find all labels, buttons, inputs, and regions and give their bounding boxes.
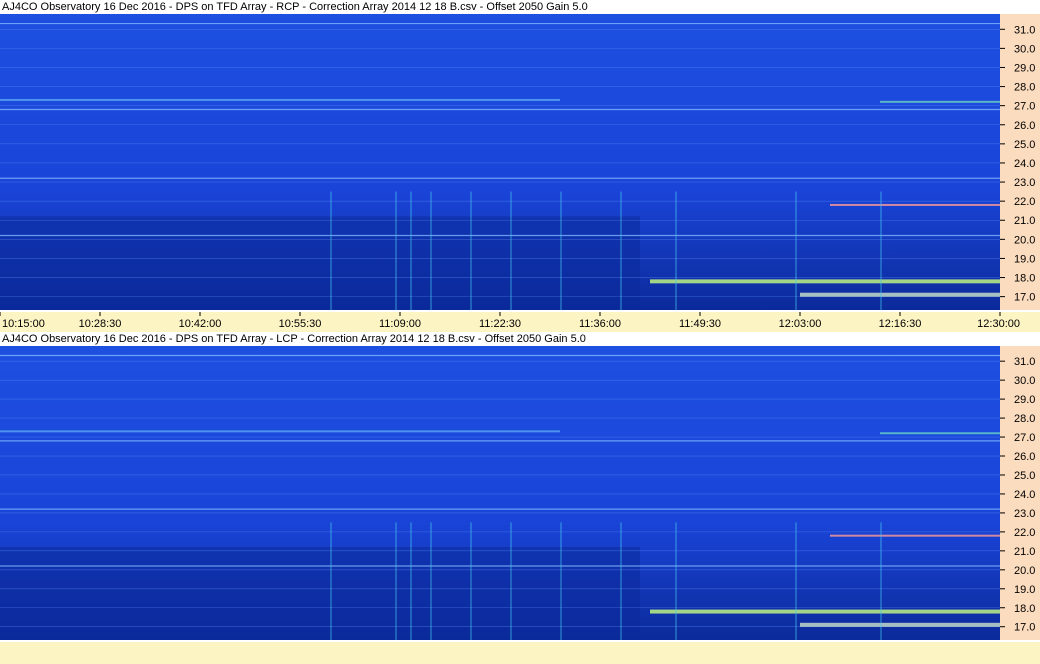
burst-spike [330,191,332,310]
freq-tick-label: 30.0 [1014,43,1035,55]
burst-spike [510,191,512,310]
time-tick-label: 10:55:30 [279,318,322,330]
freq-tick-label: 26.0 [1014,120,1035,132]
time-axis: 10:15:00 10:28:30 10:42:00 10:55:30 11:09:00… [0,312,1040,332]
freq-tick-label: 23.0 [1014,177,1035,189]
freq-tick-label: 20.0 [1014,234,1035,246]
burst-spike [560,191,562,310]
rcp-frequency-axis-svg: 31.0 30.0 29.0 28.0 27.0 26.0 25.0 24.0 23.0 22.0… [1000,24,1035,304]
burst-streak [830,534,1000,537]
freq-tick-label: 18.0 [1014,603,1035,615]
time-tick-label: 12:30:00 [977,318,1020,330]
rcp-title: AJ4CO Observatory 16 Dec 2016 - DPS on T… [2,1,588,13]
lcp-title: AJ4CO Observatory 16 Dec 2016 - DPS on T… [2,333,586,345]
freq-tick-label: 21.0 [1014,546,1035,558]
freq-tick-label: 22.0 [1014,196,1035,208]
freq-tick-label: 24.0 [1014,158,1035,170]
freq-tick-label: 25.0 [1014,139,1035,151]
burst-spike [880,522,882,640]
burst-streak [830,203,1000,206]
burst-spike [470,191,472,310]
burst-spike [560,522,562,640]
burst-spike [395,522,397,640]
burst-spike [795,522,797,640]
freq-tick-label: 25.0 [1014,470,1035,482]
freq-tick-label: 30.0 [1014,375,1035,387]
freq-tick-label: 23.0 [1014,508,1035,520]
freq-tick-label: 21.0 [1014,215,1035,227]
burst-spike [430,522,432,640]
freq-tick-label: 28.0 [1014,82,1035,94]
lcp-spectrogram[interactable] [0,346,1000,640]
freq-tick-label: 22.0 [1014,527,1035,539]
time-axis-svg: 10:15:00 10:28:30 10:42:00 10:55:30 11:09:00… [0,312,1020,330]
freq-tick-label: 29.0 [1014,62,1035,74]
burst-spike [395,191,397,310]
burst-spike [880,191,882,310]
lcp-frequency-axis: 31.0 30.0 29.0 28.0 27.0 26.0 25.0 24.0 23.0 22.0… [1000,346,1040,640]
low-frequency-dark-region [0,216,640,310]
burst-spike [470,522,472,640]
rcp-spectrogram[interactable] [0,14,1000,310]
rcp-spectrogram-svg [0,14,1000,310]
freq-tick-label: 20.0 [1014,565,1035,577]
time-tick-label: 11:49:30 [679,318,721,330]
rcp-frequency-axis: 31.0 30.0 29.0 28.0 27.0 26.0 25.0 24.0 23.0 22.0… [1000,14,1040,310]
time-tick-label: 10:15:00 [2,318,45,330]
burst-spike [620,522,622,640]
burst-streak [650,279,1000,284]
time-tick-label: 12:03:00 [779,318,822,330]
burst-spike [330,522,332,640]
freq-tick-label: 17.0 [1014,622,1035,634]
freq-tick-label: 31.0 [1014,24,1035,36]
lcp-time-axis-strip [0,642,1040,664]
freq-tick-label: 28.0 [1014,413,1035,425]
burst-streak [800,292,1000,297]
freq-tick-label: 18.0 [1014,273,1035,285]
lcp-spectrogram-svg [0,346,1000,640]
burst-spike [675,522,677,640]
time-tick-label: 10:28:30 [79,318,122,330]
freq-tick-label: 26.0 [1014,451,1035,463]
time-tick-label: 11:22:30 [479,318,521,330]
lcp-frequency-axis-svg: 31.0 30.0 29.0 28.0 27.0 26.0 25.0 24.0 23.0 22.0… [1000,356,1035,634]
burst-spike [410,191,412,310]
time-tick-label: 12:16:30 [879,318,922,330]
time-tick-label: 11:36:00 [579,318,621,330]
freq-tick-label: 19.0 [1014,253,1035,265]
freq-tick-label: 27.0 [1014,101,1035,113]
burst-spike [510,522,512,640]
burst-streak [880,100,1000,103]
burst-streak [0,430,560,433]
freq-tick-label: 31.0 [1014,356,1035,368]
burst-spike [675,191,677,310]
low-frequency-dark-region [0,547,640,640]
burst-spike [430,191,432,310]
burst-spike [620,191,622,310]
time-tick-label: 11:09:00 [379,318,421,330]
burst-spike [410,522,412,640]
freq-tick-label: 19.0 [1014,584,1035,596]
burst-streak [800,622,1000,627]
freq-tick-label: 17.0 [1014,292,1035,304]
freq-tick-label: 24.0 [1014,489,1035,501]
freq-tick-label: 27.0 [1014,432,1035,444]
burst-streak [650,609,1000,614]
burst-streak [0,98,560,101]
burst-streak [880,432,1000,435]
burst-spike [795,191,797,310]
time-tick-label: 10:42:00 [179,318,222,330]
freq-tick-label: 29.0 [1014,394,1035,406]
